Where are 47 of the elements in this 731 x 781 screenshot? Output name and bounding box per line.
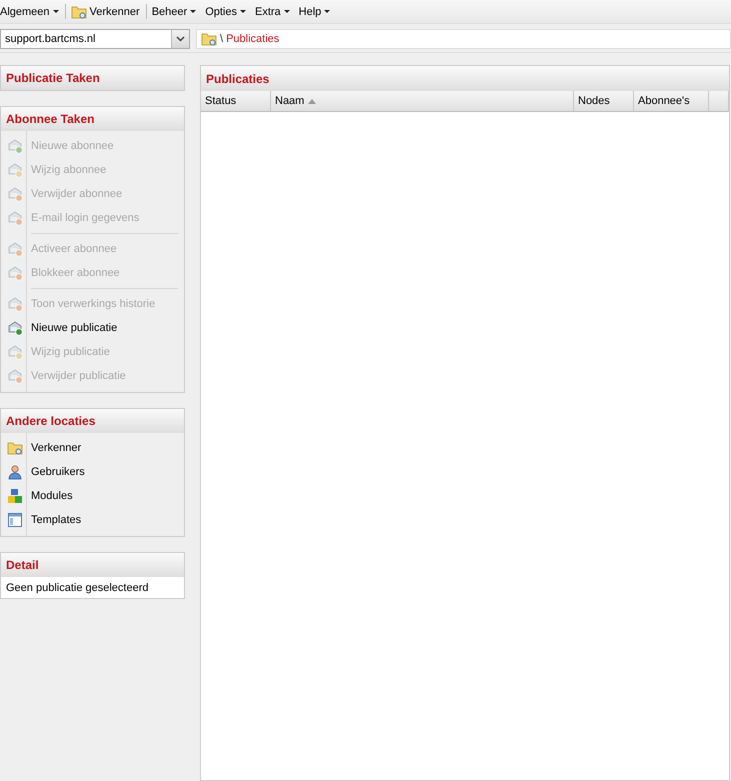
location-link[interactable]: Gebruikers	[31, 466, 85, 478]
menu-item[interactable]: Verkenner	[66, 0, 145, 22]
subscriber-icon	[7, 320, 23, 336]
site-select[interactable]: support.bartcms.nl	[0, 29, 190, 49]
subscriber-icon	[7, 186, 23, 202]
task-link[interactable]: Nieuwe publicatie	[31, 322, 118, 334]
subscriber-icon	[7, 344, 23, 360]
panel-title: Andere locaties	[1, 409, 184, 433]
caret-icon	[324, 10, 330, 13]
subscriber-icon	[7, 162, 23, 178]
menu-item[interactable]: Beheer	[148, 0, 202, 22]
breadcrumb-separator: \	[220, 33, 224, 45]
subscriber-icon	[7, 241, 23, 257]
folder-icon	[201, 31, 217, 47]
detail-text: Geen publicatie geselecteerd	[1, 577, 184, 598]
menu-item[interactable]: Opties	[201, 0, 251, 22]
panel-title: Publicatie Taken	[1, 66, 184, 90]
location-link[interactable]: Verkenner	[31, 442, 82, 454]
location-link[interactable]: Templates	[31, 514, 82, 526]
column-header[interactable]: Status	[201, 91, 271, 111]
blocks-icon	[7, 488, 23, 504]
menu-item[interactable]: Extra	[250, 0, 295, 22]
subscriber-icon	[7, 210, 23, 226]
menu-item[interactable]: Algemeen	[0, 0, 64, 22]
column-header[interactable]: Naam	[271, 91, 574, 111]
template-icon	[7, 512, 23, 528]
folder-icon	[7, 440, 23, 456]
caret-icon	[284, 10, 290, 13]
caret-icon	[240, 10, 246, 13]
user-icon	[7, 464, 23, 480]
caret-icon	[52, 10, 59, 13]
chevron-down-icon	[176, 36, 185, 42]
breadcrumb-link[interactable]: Publicaties	[226, 33, 280, 45]
subscriber-icon	[7, 296, 23, 312]
column-header[interactable]: Nodes	[574, 91, 634, 111]
column-header[interactable]: Abonnee's	[634, 91, 709, 111]
panel-title: Detail	[1, 553, 184, 577]
sort-up-icon	[308, 98, 316, 104]
subscriber-icon	[7, 265, 23, 281]
panel-title: Abonnee Taken	[1, 107, 184, 131]
caret-icon	[190, 10, 196, 13]
panel-title: Publicaties	[201, 66, 729, 91]
menu-item[interactable]: Help	[294, 0, 336, 22]
folder-icon	[70, 4, 87, 20]
subscriber-icon	[7, 368, 23, 384]
location-link[interactable]: Modules	[31, 490, 73, 502]
subscriber-icon	[7, 138, 23, 154]
